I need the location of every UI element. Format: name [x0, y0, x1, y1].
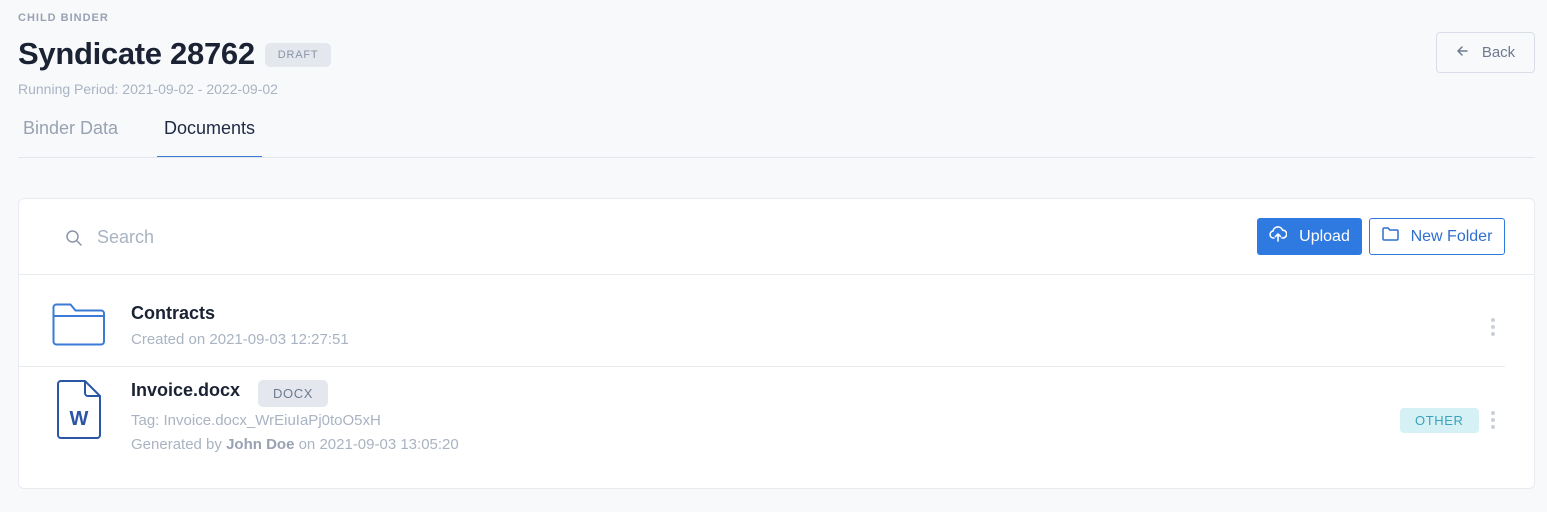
breadcrumb-eyebrow: CHILD BINDER [18, 12, 109, 24]
status-badge: DRAFT [264, 43, 332, 67]
cloud-upload-icon [1269, 226, 1288, 247]
search-input[interactable] [97, 221, 697, 253]
new-folder-button-label: New Folder [1410, 227, 1493, 245]
tab-bar: Binder Data Documents [18, 110, 1535, 158]
tab-documents[interactable]: Documents [157, 110, 262, 157]
documents-toolbar: Upload New Folder [19, 199, 1534, 275]
back-button[interactable]: Back [1436, 32, 1535, 73]
page-title: Syndicate 28762 [18, 36, 255, 71]
list-item-folder[interactable]: Contracts Created on 2021-09-03 12:27:51 [19, 275, 1505, 367]
upload-button[interactable]: Upload [1257, 218, 1362, 255]
title-row: Syndicate 28762 DRAFT [18, 36, 332, 72]
word-icon-letter: W [70, 408, 89, 430]
new-folder-button[interactable]: New Folder [1369, 218, 1505, 255]
more-options-icon[interactable] [1488, 409, 1498, 431]
arrow-left-icon [1456, 45, 1468, 60]
item-name[interactable]: Contracts [131, 303, 215, 324]
search-icon [65, 229, 83, 247]
item-generated-by: Generated by John Doe on 2021-09-03 13:0… [131, 436, 459, 453]
generated-user: John Doe [226, 436, 295, 453]
item-tag: Tag: Invoice.docx_WrEiuIaPj0toO5xH [131, 412, 381, 429]
more-options-icon[interactable] [1488, 316, 1498, 338]
generated-suffix: on 2021-09-03 13:05:20 [298, 436, 459, 453]
folder-icon [1381, 227, 1399, 246]
tab-binder-data[interactable]: Binder Data [23, 110, 118, 157]
generated-prefix: Generated by [131, 436, 222, 453]
item-created-date: Created on 2021-09-03 12:27:51 [131, 331, 349, 348]
list-item-file[interactable]: W Invoice.docx DOCX Tag: Invoice.docx_Wr… [19, 367, 1505, 459]
folder-icon [52, 303, 106, 351]
upload-button-label: Upload [1299, 227, 1350, 245]
category-badge: OTHER [1400, 408, 1479, 433]
word-document-icon: W [55, 380, 103, 445]
file-type-badge: DOCX [258, 380, 328, 407]
running-period: Running Period: 2021-09-02 - 2022-09-02 [18, 81, 278, 97]
back-button-label: Back [1481, 44, 1516, 61]
documents-panel: Upload New Folder Contracts Created on 2… [18, 198, 1535, 489]
item-name[interactable]: Invoice.docx [131, 380, 240, 401]
